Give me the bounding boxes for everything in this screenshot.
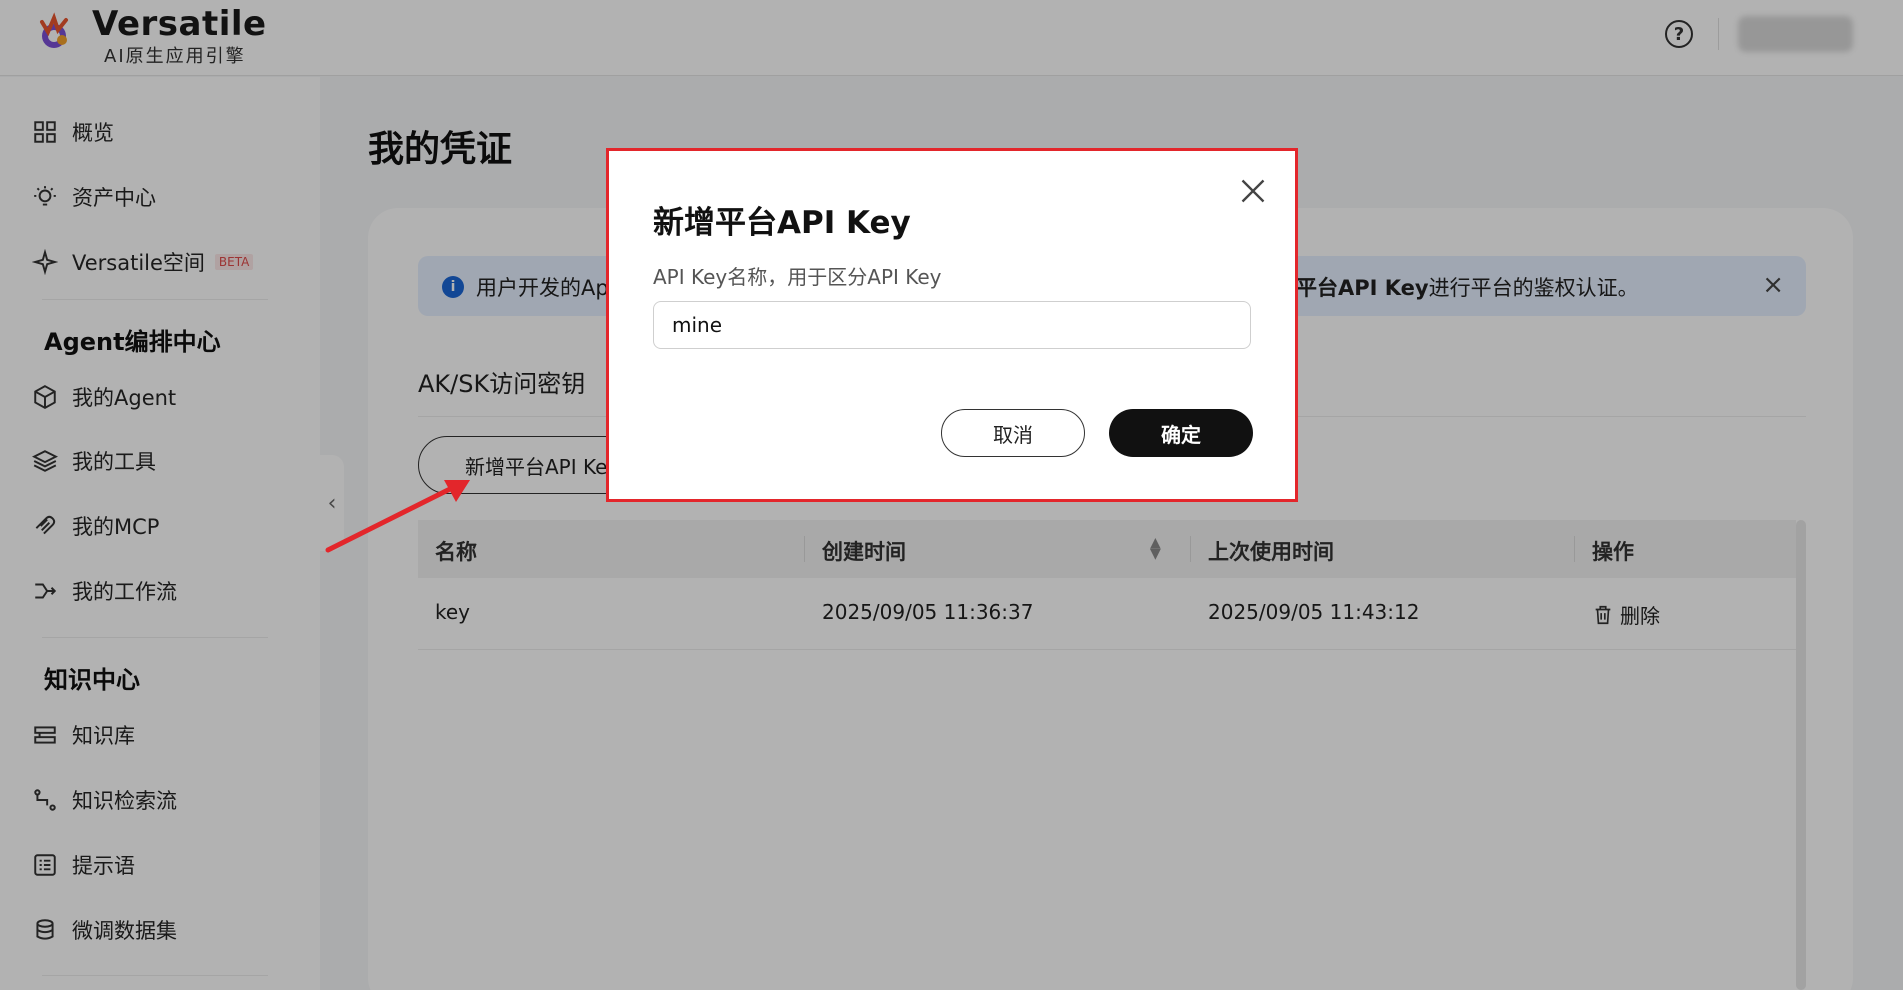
confirm-button[interactable]: 确定 bbox=[1109, 409, 1253, 457]
close-icon[interactable] bbox=[1239, 177, 1267, 205]
dialog-title: 新增平台API Key bbox=[653, 205, 911, 241]
annotation-arrow-icon bbox=[325, 480, 470, 553]
api-key-name-label: API Key名称，用于区分API Key bbox=[653, 265, 942, 289]
api-key-name-input[interactable] bbox=[653, 301, 1251, 349]
add-api-key-dialog: 新增平台API Key API Key名称，用于区分API Key 取消 确定 bbox=[606, 148, 1298, 502]
cancel-button[interactable]: 取消 bbox=[941, 409, 1085, 457]
